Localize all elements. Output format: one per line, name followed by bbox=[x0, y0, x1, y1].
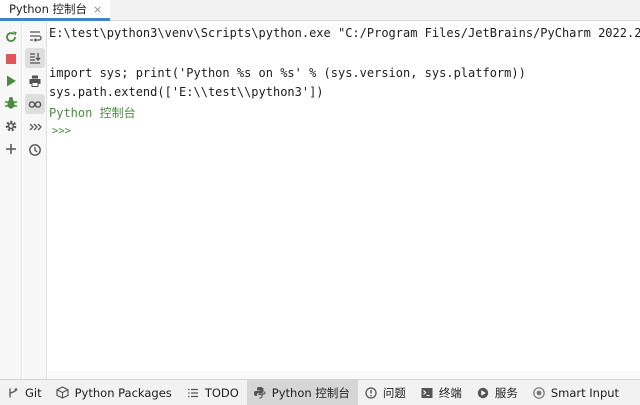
tool-window-label: Python 控制台 bbox=[271, 385, 350, 400]
history-icon[interactable] bbox=[25, 140, 45, 160]
packages-icon bbox=[56, 386, 70, 400]
tool-window-label: TODO bbox=[204, 385, 239, 400]
tool-window-smart-input[interactable]: Smart Input bbox=[526, 380, 627, 405]
left-toolbar bbox=[0, 22, 22, 379]
scroll-to-end-icon[interactable] bbox=[25, 48, 45, 68]
terminal-icon bbox=[420, 386, 434, 400]
horizontal-scrollbar[interactable] bbox=[48, 371, 640, 379]
banner-name: Python bbox=[49, 106, 93, 120]
close-icon[interactable]: × bbox=[93, 4, 102, 15]
tool-window-label: Python Packages bbox=[74, 385, 172, 400]
tool-window-python-console[interactable]: Python 控制台 bbox=[246, 380, 358, 405]
tool-window-label: 终端 bbox=[438, 385, 462, 400]
problems-icon bbox=[364, 386, 378, 400]
tool-window-problems[interactable]: 问题 bbox=[358, 380, 414, 405]
console-output[interactable]: E:\test\python3\venv\Scripts\python.exe … bbox=[48, 22, 640, 371]
rerun-icon[interactable] bbox=[1, 27, 21, 47]
console-line: sys.path.extend(['E:\\test\\python3']) bbox=[49, 85, 324, 99]
tool-window-terminal[interactable]: 终端 bbox=[414, 380, 470, 405]
add-icon[interactable] bbox=[1, 139, 21, 159]
console-toolbar bbox=[23, 22, 47, 379]
soft-wrap-icon[interactable] bbox=[25, 26, 45, 46]
tool-window-header: Python 控制台 × bbox=[0, 0, 640, 21]
banner-label: 控制台 bbox=[99, 106, 136, 120]
tab-python-console[interactable]: Python 控制台 × bbox=[0, 0, 111, 21]
python-console-icon bbox=[253, 386, 267, 400]
execute-icon[interactable] bbox=[25, 117, 45, 137]
tool-window-bar: Git Python Packages TODO Python 控制台 问题 终… bbox=[0, 379, 640, 405]
tool-window-git[interactable]: Git bbox=[0, 380, 50, 405]
tool-window-todo[interactable]: TODO bbox=[180, 380, 247, 405]
console-line: import sys; print('Python %s on %s' % (s… bbox=[49, 66, 526, 80]
variables-view-icon[interactable] bbox=[25, 94, 45, 114]
git-branch-icon bbox=[6, 386, 20, 400]
tool-window-services[interactable]: 服务 bbox=[470, 380, 526, 405]
tool-window-label: 服务 bbox=[494, 385, 518, 400]
debug-icon[interactable] bbox=[1, 93, 21, 113]
console-prompt[interactable]: >>> bbox=[52, 125, 71, 137]
tab-label: Python 控制台 bbox=[9, 2, 88, 16]
console-line: E:\test\python3\venv\Scripts\python.exe … bbox=[49, 26, 640, 40]
tool-window-label: 问题 bbox=[382, 385, 406, 400]
run-icon[interactable] bbox=[1, 71, 21, 91]
smart-input-icon bbox=[532, 386, 546, 400]
tool-window-label: Git bbox=[25, 385, 42, 400]
console-banner: Python 控制台 bbox=[49, 104, 136, 121]
print-icon[interactable] bbox=[25, 71, 45, 91]
todo-list-icon bbox=[186, 386, 200, 400]
tool-window-label: Smart Input bbox=[550, 385, 620, 400]
settings-icon[interactable] bbox=[1, 116, 21, 136]
services-icon bbox=[476, 386, 490, 400]
tool-window-python-packages[interactable]: Python Packages bbox=[50, 380, 180, 405]
stop-icon[interactable] bbox=[1, 49, 21, 69]
